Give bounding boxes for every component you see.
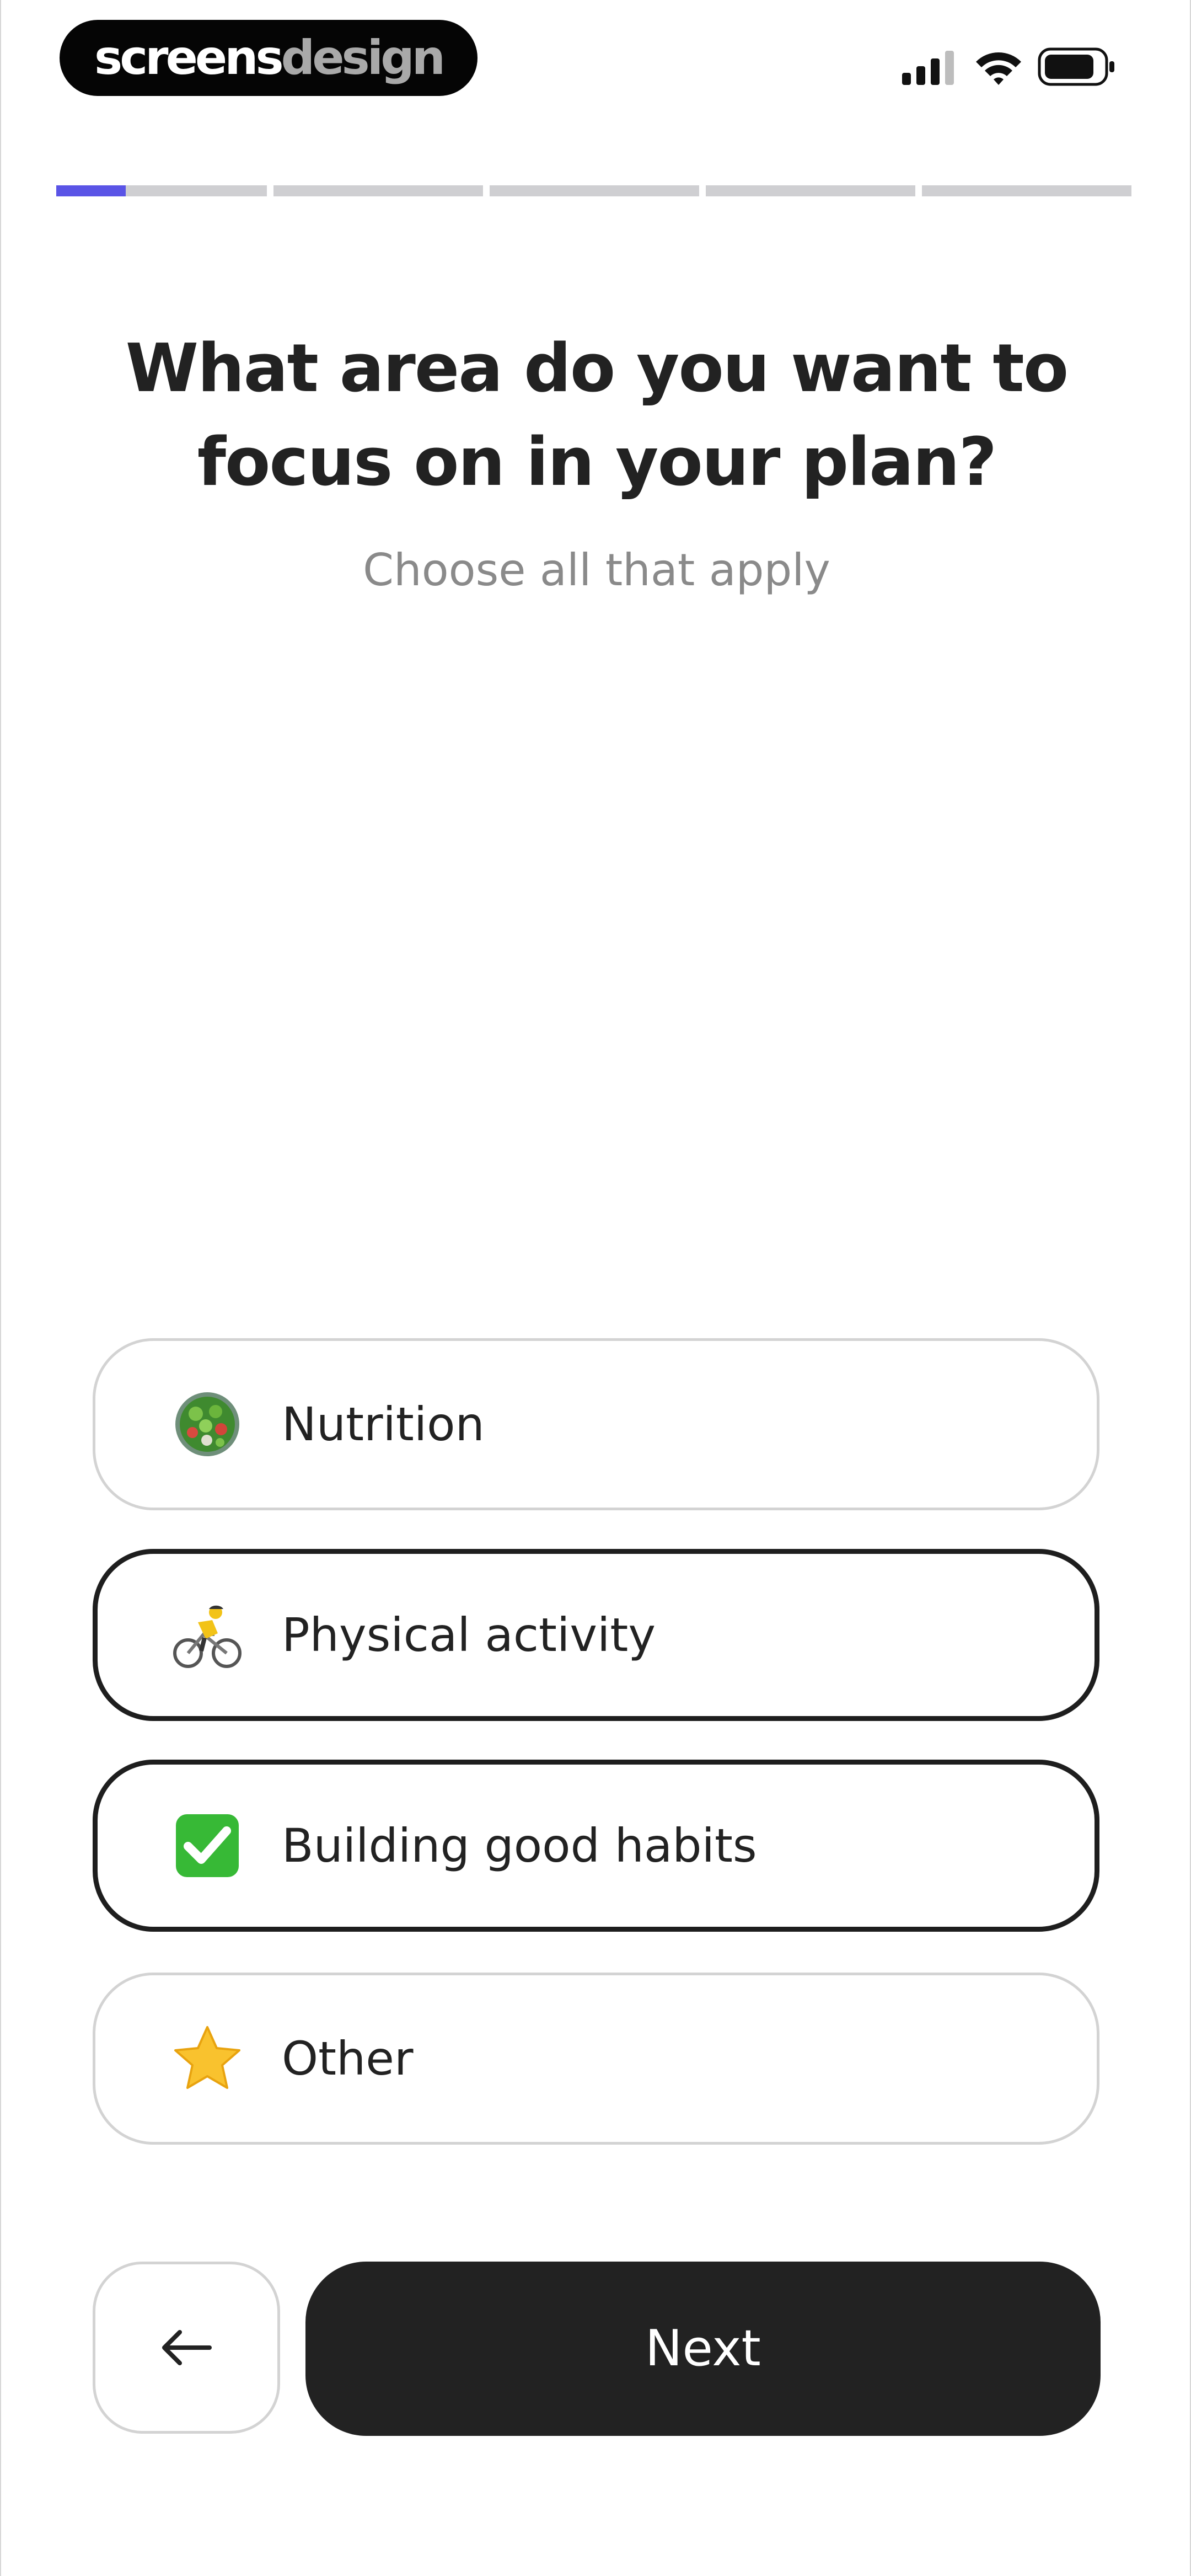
brand-watermark: screens design (60, 20, 478, 96)
cellular-signal-icon (902, 51, 954, 85)
question-subtitle: Choose all that apply (363, 544, 830, 596)
option-building-good-habits[interactable]: Building good habits (93, 1760, 1099, 1932)
progress-segment (490, 185, 699, 196)
option-label: Nutrition (282, 1397, 485, 1451)
progress-segment (273, 185, 483, 196)
option-label: Other (282, 2032, 414, 2086)
next-button[interactable]: Next (305, 2262, 1101, 2436)
brand-text-part1: screens (94, 30, 284, 85)
progress-segment (706, 185, 915, 196)
star-icon (174, 2026, 240, 2089)
question-title: What area do you want to focus on in you… (125, 330, 1069, 501)
onboarding-screen: screens design What area do you want to f… (0, 0, 1191, 2576)
progress-segment (922, 185, 1131, 196)
progress-fill (56, 185, 126, 196)
brand-text-part2: design (281, 30, 446, 85)
salad-bowl-icon (175, 1392, 239, 1456)
check-mark-button-icon (176, 1814, 239, 1877)
option-nutrition[interactable]: Nutrition (93, 1338, 1099, 1510)
back-button[interactable] (93, 2262, 280, 2434)
option-label: Physical activity (282, 1608, 656, 1662)
option-physical-activity[interactable]: Physical activity (93, 1549, 1099, 1721)
battery-icon (1038, 47, 1114, 86)
cyclist-icon (173, 1605, 242, 1668)
arrow-left-icon (162, 2330, 212, 2365)
wifi-icon (976, 52, 1021, 85)
option-label: Building good habits (282, 1819, 757, 1873)
option-other[interactable]: Other (93, 1973, 1099, 2145)
onboarding-progress-bar (56, 185, 1131, 196)
